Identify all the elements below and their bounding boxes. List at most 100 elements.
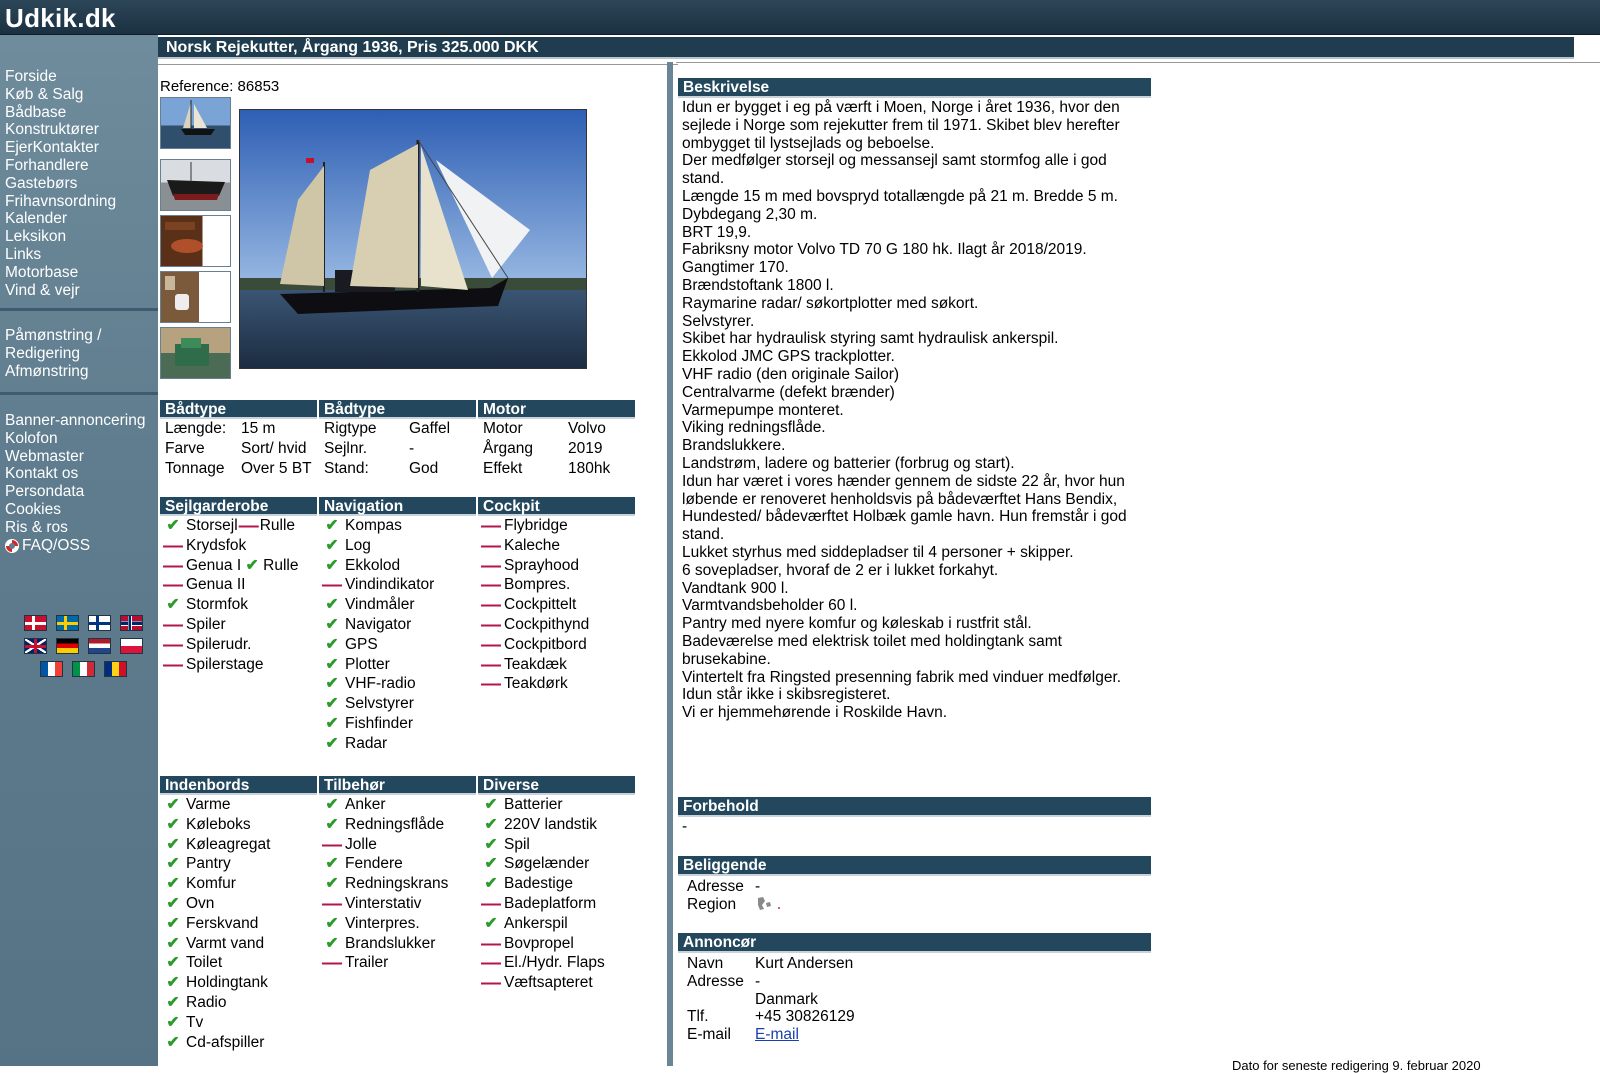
site-logo[interactable]: Udkik.dk	[5, 3, 116, 34]
dash-icon: —	[481, 932, 501, 955]
faq-link[interactable]: FAQ/OSS	[5, 537, 90, 555]
equipment-item: — Bompres.	[478, 575, 637, 595]
equipment-column: Cockpit — Flybridge — Kaleche — Sprayhood — Bomp…	[478, 497, 637, 754]
equipment-item: ✔ Brandslukker	[319, 934, 478, 954]
photo-thumbnail[interactable]	[160, 271, 231, 323]
equipment-label: Bovpropel	[504, 934, 574, 952]
nav-link-forhandlere[interactable]: Forhandlere	[5, 157, 116, 175]
flag-france-icon[interactable]	[39, 661, 63, 677]
nav-link-kolofon[interactable]: Kolofon	[5, 430, 145, 448]
flag-denmark-icon[interactable]	[23, 615, 47, 631]
check-icon: ✔	[325, 934, 339, 952]
spec-label: Motor	[483, 420, 523, 437]
flag-poland-icon[interactable]	[119, 638, 143, 654]
equipment-item: — Cockpithynd	[478, 615, 637, 635]
equipment-column: Navigation ✔ Kompas ✔ Log ✔ Ekkolod — Vindindika…	[319, 497, 478, 754]
nav-link-leksikon[interactable]: Leksikon	[5, 228, 116, 246]
equipment-label: Varmt vand	[186, 934, 265, 952]
nav-link-frihavnsordning[interactable]: Frihavnsordning	[5, 193, 116, 211]
equipment-label: Toilet	[186, 954, 223, 972]
equipment-label: Vindindikator	[345, 576, 435, 594]
flag-italy-icon[interactable]	[71, 661, 95, 677]
photo-thumbnail[interactable]	[160, 159, 231, 211]
equipment-item: ✔ VHF-radio	[319, 674, 478, 694]
equipment-item: ✔ Ankerspil	[478, 914, 637, 934]
spec-row: Stand: God	[319, 459, 478, 479]
spec-value: Volvo	[568, 420, 606, 437]
equipment-item: — Teakdørk	[478, 674, 637, 694]
description-line: Idun er bygget i eg på værft i Moen, Nor…	[682, 99, 1120, 116]
flag-sweden-icon[interactable]	[55, 615, 79, 631]
equipment-label: Spiler	[186, 615, 226, 633]
equipment-item: — Genua I ✔ Rulle	[160, 556, 319, 576]
nav-link-persondata[interactable]: Persondata	[5, 483, 145, 501]
check-icon: ✔	[166, 993, 180, 1011]
equipment-label: Pantry	[186, 855, 231, 873]
equipment-item: ✔ Søgelænder	[478, 854, 637, 874]
nav-link-pam-nstring[interactable]: Påmønstring /	[5, 327, 101, 345]
dash-icon: —	[481, 673, 501, 696]
equipment-label: Redningskrans	[345, 875, 449, 893]
nav-link-kontakt-os[interactable]: Kontakt os	[5, 465, 145, 483]
check-icon: ✔	[166, 1033, 180, 1051]
nav-link-banner-annoncering[interactable]: Banner-annoncering	[5, 412, 145, 430]
description-text: Idun er bygget i eg på værft i Moen, Nor…	[678, 98, 1151, 722]
flag-norway-icon[interactable]	[119, 615, 143, 631]
equipment-label: Varme	[186, 796, 231, 813]
equipment-item: — Trailer	[319, 953, 478, 973]
check-icon: ✔	[166, 934, 180, 952]
equipment-label: Kaleche	[504, 536, 561, 554]
equipment-item: ✔ Fendere	[319, 854, 478, 874]
nav-link-kalender[interactable]: Kalender	[5, 210, 116, 228]
check-icon: ✔	[325, 714, 339, 732]
equipment-item: ✔ Toilet	[160, 953, 319, 973]
spec-value: God	[409, 460, 439, 477]
spec-row: Sejlnr. -	[319, 439, 478, 459]
description-line: Brandslukkere.	[682, 437, 786, 455]
equipment-label: Cockpittelt	[504, 596, 577, 614]
flag-uk-icon[interactable]	[23, 638, 47, 654]
spec-row: Effekt 180hk	[478, 459, 637, 479]
nav-link-cookies[interactable]: Cookies	[5, 501, 145, 519]
photo-thumbnail[interactable]	[160, 327, 231, 379]
nav-link-links[interactable]: Links	[5, 246, 116, 264]
spec-row: Farve Sort/ hvid	[160, 439, 319, 459]
main-photo[interactable]	[239, 109, 587, 369]
dash-icon: —	[481, 554, 501, 577]
nav-link-konstrukt-rer[interactable]: Konstruktører	[5, 121, 116, 139]
nav-link-k-b-salg[interactable]: Køb & Salg	[5, 86, 116, 104]
nav-link-vind-vejr[interactable]: Vind & vejr	[5, 282, 116, 300]
advertiser-header: Annoncør	[678, 933, 1151, 953]
description-line: Idun har været i vores hænder gennem de …	[682, 472, 1125, 490]
check-icon: ✔	[325, 556, 339, 574]
nav-link-ejerkontakter[interactable]: EjerKontakter	[5, 139, 116, 157]
nav-link-ris-ros[interactable]: Ris & ros	[5, 519, 145, 537]
equipment-label: Vinterstativ	[345, 894, 422, 912]
spec-label: Sejlnr.	[324, 440, 368, 457]
equipment-label: Krydsfok	[186, 536, 247, 554]
photo-thumbnail[interactable]	[160, 215, 231, 267]
nav-link-afm-nstring[interactable]: Afmønstring	[5, 363, 101, 381]
nav-link-gasteb-rs[interactable]: Gastebørs	[5, 175, 116, 193]
flag-finland-icon[interactable]	[87, 615, 111, 631]
dash-icon: —	[481, 952, 501, 975]
flag-germany-icon[interactable]	[55, 638, 79, 654]
nav-link-motorbase[interactable]: Motorbase	[5, 264, 116, 282]
check-icon: ✔	[484, 875, 498, 893]
email-link[interactable]: E-mail	[755, 1026, 799, 1044]
description-line: Vintertelt fra Ringsted presenning fabri…	[682, 668, 1122, 686]
flag-netherlands-icon[interactable]	[87, 638, 111, 654]
name-label: Navn	[687, 955, 724, 972]
nav-link-forside[interactable]: Forside	[5, 68, 116, 86]
photo-thumbnail[interactable]	[160, 97, 231, 149]
top-bar: Udkik.dk	[0, 0, 1600, 35]
equipment-label: Radar	[345, 734, 388, 752]
description-line: Raymarine radar/ søkortplotter med søkor…	[682, 294, 979, 312]
nav-link-redigering[interactable]: Redigering	[5, 345, 101, 363]
check-icon: ✔	[166, 596, 180, 614]
nav-link-webmaster[interactable]: Webmaster	[5, 448, 145, 466]
flag-romania-icon[interactable]	[103, 661, 127, 677]
nav-link-badbase[interactable]: Bådbase	[5, 104, 116, 122]
equipment-label: Plotter	[345, 655, 390, 673]
equipment-column: Indenbords ✔ Varme ✔ Køleboks ✔ Køleagregat ✔ Pa…	[160, 776, 319, 1052]
